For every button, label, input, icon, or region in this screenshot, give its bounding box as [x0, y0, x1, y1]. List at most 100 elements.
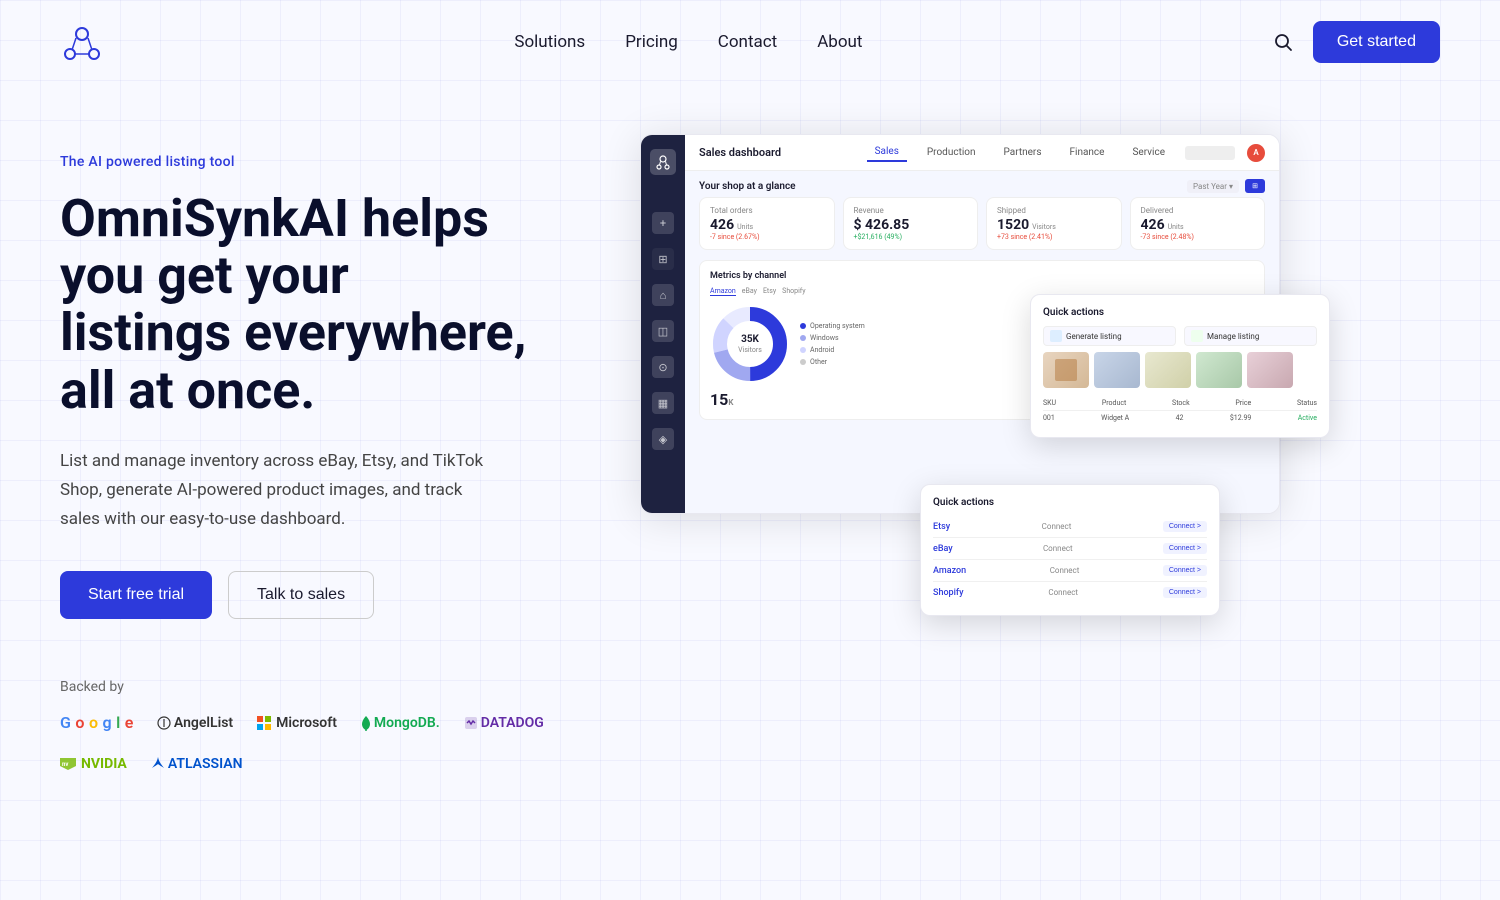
mongodb-icon: [361, 715, 371, 731]
db-section-title: Your shop at a glance: [699, 181, 796, 192]
product-img-2: [1094, 352, 1140, 388]
metric-value-row-2: 1520 Visitors: [997, 217, 1111, 233]
metric-unit-2: Visitors: [1032, 223, 1056, 231]
db-nav-icon-6[interactable]: ▦: [652, 392, 674, 414]
logo-icon: [60, 20, 104, 64]
svg-text:35K: 35K: [741, 334, 759, 345]
col-price: Price: [1235, 399, 1251, 407]
legend-item-1: Windows: [800, 334, 865, 342]
db-view-toggle[interactable]: ⊞: [1245, 179, 1265, 193]
db-nav-icon-7[interactable]: ◈: [652, 428, 674, 450]
logo[interactable]: [60, 20, 104, 64]
nav-about[interactable]: About: [817, 32, 862, 52]
angellist-icon: [157, 716, 171, 730]
connect-ebay-btn[interactable]: Connect >: [1163, 543, 1207, 554]
quick-actions-panel-1: Quick actions Generate listing Manage li…: [1030, 294, 1330, 438]
db-tab-finance[interactable]: Finance: [1061, 144, 1112, 161]
datadog-logo: DATADOG: [464, 715, 544, 731]
chart-tab-amazon[interactable]: Amazon: [710, 287, 736, 296]
hero-description: List and manage inventory across eBay, E…: [60, 447, 500, 534]
donut-legend: Operating system Windows Android: [800, 322, 865, 366]
hero-title: OmniSynkAI helps you get your listings e…: [60, 190, 580, 419]
marketplace-row-amazon: Amazon Connect Connect >: [933, 560, 1207, 582]
chart-tab-shopify[interactable]: Shopify: [782, 287, 805, 296]
panel-manage-icon: [1191, 330, 1203, 342]
chart-title: Metrics by channel: [710, 271, 1254, 281]
hero-left: The AI powered listing tool OmniSynkAI h…: [60, 134, 580, 772]
get-started-button[interactable]: Get started: [1313, 21, 1440, 63]
db-tab-partners[interactable]: Partners: [996, 144, 1050, 161]
cell-product-1: Widget A: [1101, 414, 1129, 422]
db-nav-icon-4[interactable]: ◫: [652, 320, 674, 342]
legend-item-2: Android: [800, 346, 865, 354]
panel-generate-listing[interactable]: Generate listing: [1043, 326, 1176, 346]
db-sidebar: + ⊞ ⌂ ◫ ⊙ ▦ ◈: [641, 135, 685, 513]
db-nav-icon-1[interactable]: +: [652, 212, 674, 234]
metric-val-2: 1520: [997, 217, 1029, 233]
nav-links: Solutions Pricing Contact About: [514, 32, 862, 52]
legend-label-3: Other: [810, 358, 827, 366]
marketplace-name-amazon: Amazon: [933, 566, 966, 576]
hero-label: The AI powered listing tool: [60, 154, 580, 170]
backer-logos: Google AngelList Microsoft: [60, 713, 580, 772]
metric-label-2: Shipped: [997, 206, 1111, 215]
legend-dot-0: [800, 323, 806, 329]
connect-amazon-btn[interactable]: Connect >: [1163, 565, 1207, 576]
metric-delta-2: +73 since (2.41%): [997, 233, 1111, 241]
metric-revenue: Revenue $ 426.85 +$21,616 (49%): [843, 197, 979, 250]
backed-label: Backed by: [60, 679, 580, 695]
cell-sku-1: 001: [1043, 414, 1055, 422]
microsoft-grid-icon: [257, 716, 271, 730]
metric-shipped: Shipped 1520 Visitors +73 since (2.41%): [986, 197, 1122, 250]
backed-by-section: Backed by Google AngelList: [60, 679, 580, 772]
datadog-icon: [464, 716, 478, 730]
legend-item-0: Operating system: [800, 322, 865, 330]
db-nav-icon-5[interactable]: ⊙: [652, 356, 674, 378]
nav-contact[interactable]: Contact: [718, 32, 777, 52]
marketplace-row-etsy: Etsy Connect Connect >: [933, 516, 1207, 538]
metric-unit-3: Units: [1168, 223, 1184, 231]
marketplace-desc-amazon: Connect: [1050, 566, 1080, 575]
search-icon: [1273, 32, 1293, 52]
panel-manage-label: Manage listing: [1207, 332, 1259, 341]
db-tab-service[interactable]: Service: [1124, 144, 1173, 161]
donut-chart: 35K Visitors: [710, 304, 790, 384]
metric-value-row-0: 426 Units: [710, 217, 824, 233]
panel2-title: Quick actions: [933, 497, 1207, 508]
search-button[interactable]: [1273, 32, 1293, 52]
db-period-picker[interactable]: Past Year ▾: [1187, 180, 1239, 193]
metric-unit-0: Units: [737, 223, 753, 231]
chart-tab-ebay[interactable]: eBay: [742, 287, 757, 296]
navbar: Solutions Pricing Contact About Get star…: [0, 0, 1500, 84]
db-nav-icon-3[interactable]: ⌂: [652, 284, 674, 306]
connect-shopify-btn[interactable]: Connect >: [1163, 587, 1207, 598]
metric-delta-0: -7 since (2.67%): [710, 233, 824, 241]
legend-dot-3: [800, 359, 806, 365]
col-stock: Stock: [1172, 399, 1190, 407]
angellist-logo: AngelList: [157, 715, 233, 731]
hero-section: The AI powered listing tool OmniSynkAI h…: [0, 84, 1500, 772]
marketplace-name-etsy: Etsy: [933, 522, 950, 532]
marketplace-name-shopify: Shopify: [933, 588, 964, 598]
nvidia-logo: nv NVIDIA: [60, 756, 127, 772]
db-nav-icon-2[interactable]: ⊞: [652, 248, 674, 270]
marketplace-row-ebay: eBay Connect Connect >: [933, 538, 1207, 560]
panel-table: SKU Product Stock Price Status 001 Widge…: [1043, 396, 1317, 425]
metric-val-3: 426: [1141, 217, 1165, 233]
legend-label-2: Android: [810, 346, 834, 354]
start-trial-button[interactable]: Start free trial: [60, 571, 212, 619]
nav-pricing[interactable]: Pricing: [625, 32, 678, 52]
dashboard-mockup: + ⊞ ⌂ ◫ ⊙ ▦ ◈ Sales dashboard Sales Prod…: [640, 134, 1440, 634]
marketplace-desc-shopify: Connect: [1048, 588, 1078, 597]
talk-to-sales-button[interactable]: Talk to sales: [228, 571, 374, 619]
google-logo: Google: [60, 713, 133, 732]
panel-manage-listing[interactable]: Manage listing: [1184, 326, 1317, 346]
nav-solutions[interactable]: Solutions: [514, 32, 585, 52]
connect-etsy-btn[interactable]: Connect >: [1163, 521, 1207, 532]
marketplace-list: Etsy Connect Connect > eBay Connect Conn…: [933, 516, 1207, 603]
db-tab-production[interactable]: Production: [919, 144, 984, 161]
legend-dot-2: [800, 347, 806, 353]
db-tab-sales[interactable]: Sales: [867, 143, 907, 162]
chart-tab-etsy[interactable]: Etsy: [763, 287, 776, 296]
db-title-bar: Sales dashboard: [699, 146, 855, 159]
